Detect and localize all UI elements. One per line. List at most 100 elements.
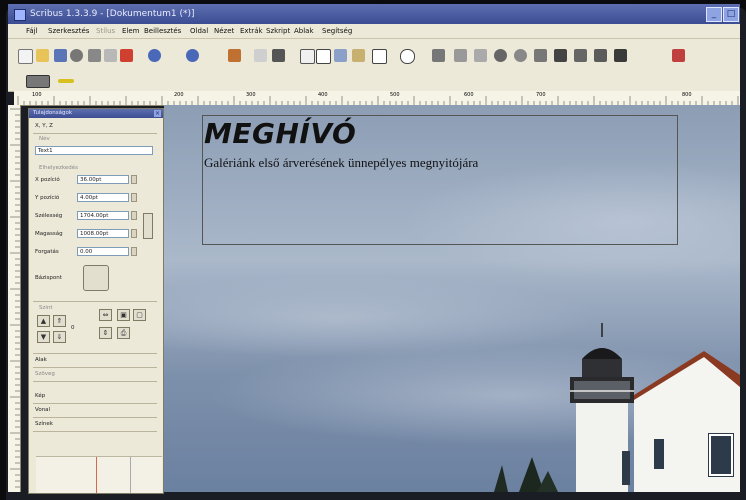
vertical-ruler[interactable] — [8, 105, 21, 492]
save-icon[interactable] — [54, 49, 67, 62]
section-image[interactable]: Kép — [35, 393, 45, 399]
table-icon[interactable] — [352, 49, 365, 62]
menu-file[interactable]: Fájl — [26, 24, 38, 38]
menu-script[interactable]: Szkript — [266, 24, 290, 38]
section-shape[interactable]: Alak — [35, 357, 47, 363]
x-position-label: X pozíció — [35, 177, 60, 183]
chain-link-icon[interactable] — [143, 213, 153, 239]
unlink-icon[interactable] — [574, 49, 587, 62]
lower-bottom-icon[interactable]: ⇓ — [53, 331, 66, 343]
minimize-button[interactable]: _ — [706, 7, 722, 22]
new-icon[interactable] — [18, 49, 33, 64]
horizontal-ruler[interactable]: 100 200 300 400 500 600 700 800 — [14, 91, 740, 106]
raise-level-icon[interactable]: ▲ — [37, 315, 50, 327]
menu-style[interactable]: Stílus — [96, 24, 115, 38]
section-line[interactable]: Vonal — [35, 407, 50, 413]
rotate-icon[interactable] — [494, 49, 507, 62]
ruler-label: 200 — [174, 92, 184, 98]
height-label: Magasság — [35, 231, 63, 237]
section-colors[interactable]: Színek — [35, 421, 53, 427]
section-name: Név — [39, 136, 50, 142]
edit-text-icon[interactable] — [534, 49, 547, 62]
line-icon[interactable] — [432, 49, 445, 62]
select-icon[interactable] — [300, 49, 315, 64]
shape-icon[interactable] — [372, 49, 387, 64]
menu-item[interactable]: Elem — [122, 24, 140, 38]
menu-edit[interactable]: Szerkesztés — [48, 24, 89, 38]
flip-horizontal-icon[interactable]: ⇔ — [99, 309, 112, 321]
zoom-icon[interactable] — [514, 49, 527, 62]
document-canvas[interactable]: MEGHÍVÓ Galériánk első árverésének ünnep… — [164, 105, 740, 492]
lock-icon[interactable]: ▣ — [117, 309, 130, 321]
x-position-spinner[interactable] — [131, 175, 137, 184]
invitation-subline[interactable]: Galériánk első árverésének ünnepélyes me… — [204, 155, 478, 171]
menu-view[interactable]: Nézet — [214, 24, 234, 38]
freehand-icon[interactable] — [474, 49, 487, 62]
maximize-button[interactable]: □ — [723, 7, 739, 22]
color-swatch-icon[interactable] — [26, 75, 50, 88]
lower-level-icon[interactable]: ▼ — [37, 331, 50, 343]
open-icon[interactable] — [36, 49, 49, 62]
menu-bar: Fájl Szerkesztés Stílus Elem Beillesztés… — [8, 24, 740, 39]
image-frame-icon[interactable] — [334, 49, 347, 62]
menu-help[interactable]: Segítség — [322, 24, 352, 38]
x-position-field[interactable]: 36.00pt — [77, 175, 129, 184]
raise-top-icon[interactable]: ⇑ — [53, 315, 66, 327]
menu-window[interactable]: Ablak — [294, 24, 314, 38]
ruler-ticks — [17, 96, 739, 105]
link-icon[interactable] — [554, 49, 567, 62]
properties-panel-title: Tulajdonságok — [29, 109, 163, 118]
name-field[interactable]: Text1 — [35, 146, 153, 155]
y-position-field[interactable]: 4.00pt — [77, 193, 129, 202]
section-text[interactable]: Szöveg — [35, 371, 55, 377]
main-toolbar — [8, 39, 740, 72]
width-spinner[interactable] — [131, 211, 137, 220]
print-toggle-icon[interactable]: ⎙ — [117, 327, 130, 339]
undo-icon[interactable] — [148, 49, 161, 62]
menu-extras[interactable]: Extrák — [240, 24, 263, 38]
menu-page[interactable]: Oldal — [190, 24, 208, 38]
close-icon[interactable]: × — [154, 110, 161, 117]
level-label: Szint — [39, 305, 53, 311]
divider — [33, 301, 157, 302]
basepoint-label: Bázispont — [35, 275, 62, 281]
invitation-headline[interactable]: MEGHÍVÓ — [204, 117, 356, 150]
measure-icon[interactable] — [594, 49, 607, 62]
y-position-spinner[interactable] — [131, 193, 137, 202]
divider — [33, 367, 157, 368]
basepoint-selector-icon[interactable] — [83, 265, 109, 291]
line-style-icon[interactable] — [58, 79, 74, 83]
document-page-bottom — [36, 456, 162, 493]
menu-insert[interactable]: Beillesztés — [144, 24, 181, 38]
print-icon[interactable] — [88, 49, 101, 62]
flip-vertical-icon[interactable]: ⇕ — [99, 327, 112, 339]
rotation-spinner[interactable] — [131, 247, 137, 256]
divider — [33, 353, 157, 354]
preflight-icon[interactable] — [104, 49, 117, 62]
y-position-label: Y pozíció — [35, 195, 60, 201]
pdf-icon[interactable] — [120, 49, 133, 62]
size-lock-icon[interactable]: ▢ — [133, 309, 146, 321]
redo-icon[interactable] — [186, 49, 199, 62]
divider — [33, 403, 157, 404]
height-spinner[interactable] — [131, 229, 137, 238]
ruler-label: 700 — [536, 92, 546, 98]
ruler-label: 600 — [464, 92, 474, 98]
eyedropper-icon[interactable] — [672, 49, 685, 62]
close-doc-icon[interactable] — [70, 49, 83, 62]
text-frame-icon[interactable] — [316, 49, 331, 64]
secondary-toolbar — [8, 71, 740, 92]
copy-props-icon[interactable] — [614, 49, 627, 62]
polygon-icon[interactable] — [400, 49, 415, 64]
copy-icon[interactable] — [254, 49, 267, 62]
tab-xyz[interactable]: X, Y, Z — [35, 123, 53, 129]
margin-guide — [96, 457, 97, 493]
paste-icon[interactable] — [272, 49, 285, 62]
bezier-icon[interactable] — [454, 49, 467, 62]
width-field[interactable]: 1704.00pt — [77, 211, 129, 220]
rotation-field[interactable]: 0.00 — [77, 247, 129, 256]
height-field[interactable]: 1008.00pt — [77, 229, 129, 238]
cut-icon[interactable] — [228, 49, 241, 62]
scribus-app-icon — [14, 9, 26, 21]
divider — [33, 431, 157, 432]
